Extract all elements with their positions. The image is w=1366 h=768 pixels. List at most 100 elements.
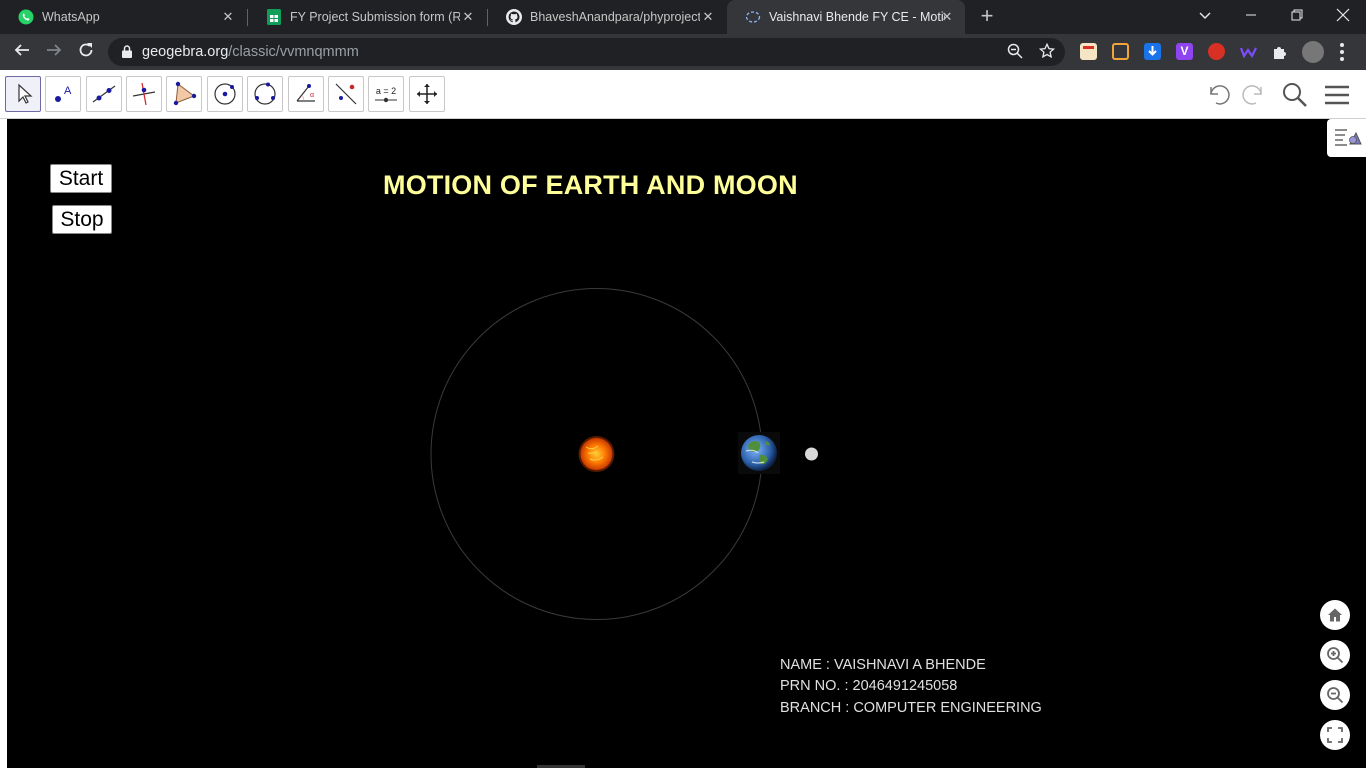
home-icon xyxy=(1328,608,1342,622)
angle-tool-icon: α xyxy=(296,84,315,102)
new-tab-button[interactable]: + xyxy=(976,5,998,27)
extension-wave-icon[interactable] xyxy=(1239,43,1257,60)
extension-notes-icon[interactable] xyxy=(1080,43,1097,60)
slider-tool-icon: a = 2 xyxy=(372,86,400,103)
redo-icon xyxy=(1242,85,1262,105)
geogebra-loading-icon xyxy=(745,9,761,25)
tab-title: WhatsApp xyxy=(42,10,100,24)
browser-menu-button[interactable] xyxy=(1340,43,1344,61)
hamburger-menu-icon xyxy=(1325,85,1349,105)
search-button[interactable] xyxy=(1280,80,1310,110)
restore-icon xyxy=(1291,9,1303,21)
student-name: NAME : VAISHNAVI A BHENDE xyxy=(780,657,986,673)
arrow-right-icon xyxy=(47,44,62,56)
move-graphics-view-tool-icon xyxy=(417,84,437,104)
move-tool-button[interactable] xyxy=(5,76,41,112)
reload-icon xyxy=(79,43,93,57)
zoom-icon[interactable] xyxy=(1006,43,1024,61)
minimize-button[interactable] xyxy=(1228,0,1274,30)
url-host: geogebra.org xyxy=(142,44,229,60)
tab-project-form[interactable]: FY Project Submission form (Resp ✕ xyxy=(248,0,486,34)
lock-icon xyxy=(122,45,132,58)
graphics-style-bar-icon xyxy=(1334,129,1362,146)
bookmark-star-icon[interactable] xyxy=(1038,42,1056,61)
forward-button[interactable] xyxy=(41,40,67,64)
svg-text:α: α xyxy=(310,92,314,99)
minimize-icon xyxy=(1246,14,1256,16)
address-bar[interactable]: geogebra.org/classic/vvmnqmmm xyxy=(108,38,1065,66)
circle-three-points-tool-icon xyxy=(254,82,276,105)
tab-whatsapp[interactable]: WhatsApp ✕ xyxy=(0,0,246,34)
angle-tool-button[interactable]: α xyxy=(288,76,324,112)
zoom-out-icon xyxy=(1327,687,1344,704)
extension-v-icon[interactable]: V xyxy=(1176,43,1193,60)
stop-button[interactable]: Stop xyxy=(52,205,112,234)
close-icon[interactable]: ✕ xyxy=(939,9,955,25)
extension-screenshot-icon[interactable] xyxy=(1112,43,1129,60)
extension-download-icon[interactable] xyxy=(1144,43,1161,60)
line-tool-button[interactable] xyxy=(86,76,122,112)
geogebra-toolbar: A α a = 2 xyxy=(0,70,1366,119)
graphics-view[interactable]: Start Stop MOTION OF EARTH AND MOON NAME… xyxy=(0,119,1366,768)
close-window-button[interactable] xyxy=(1320,0,1366,30)
zoom-out-button[interactable] xyxy=(1320,680,1350,710)
tab-search-button[interactable] xyxy=(1182,0,1228,30)
search-icon xyxy=(1283,83,1307,107)
tab-geogebra[interactable]: Vaishnavi Bhende FY CE - Motion ✕ xyxy=(727,0,965,34)
url-path: /classic/vvmnqmmm xyxy=(228,44,359,60)
close-icon[interactable]: ✕ xyxy=(460,9,476,25)
extensions-puzzle-icon[interactable] xyxy=(1271,43,1288,60)
close-icon[interactable]: ✕ xyxy=(700,9,716,25)
profile-avatar[interactable] xyxy=(1302,41,1324,63)
back-button[interactable] xyxy=(9,40,35,64)
close-icon[interactable]: ✕ xyxy=(220,9,236,25)
circle-three-points-tool-button[interactable] xyxy=(247,76,283,112)
undo-icon xyxy=(1210,85,1230,105)
restore-button[interactable] xyxy=(1274,0,1320,30)
style-bar-toggle[interactable] xyxy=(1327,119,1366,157)
point-tool-button[interactable]: A xyxy=(45,76,81,112)
close-icon xyxy=(1336,8,1350,22)
slider-tool-button[interactable]: a = 2 xyxy=(368,76,404,112)
start-button[interactable]: Start xyxy=(50,164,112,193)
tab-title: FY Project Submission form (Resp xyxy=(290,10,460,24)
perpendicular-line-tool-icon xyxy=(132,82,156,106)
solar-system-drawing xyxy=(430,288,818,620)
zoom-in-icon xyxy=(1327,647,1344,664)
move-graphics-view-tool-button[interactable] xyxy=(409,76,445,112)
github-icon xyxy=(506,9,522,25)
standard-view-button[interactable] xyxy=(1320,600,1350,630)
reload-button[interactable] xyxy=(73,40,99,64)
student-prn: PRN NO. : 2046491245058 xyxy=(780,678,958,694)
circle-center-point-tool-button[interactable] xyxy=(207,76,243,112)
arrow-left-icon xyxy=(14,44,29,56)
url-text: geogebra.org/classic/vvmnqmmm xyxy=(142,44,359,60)
fullscreen-icon xyxy=(1327,727,1343,743)
perpendicular-line-tool-button[interactable] xyxy=(126,76,162,112)
polygon-tool-button[interactable] xyxy=(166,76,202,112)
reflect-tool-icon xyxy=(335,83,357,105)
moon xyxy=(805,447,818,461)
redo-button[interactable] xyxy=(1238,80,1268,110)
polygon-tool-icon xyxy=(173,81,197,106)
zoom-in-button[interactable] xyxy=(1320,640,1350,670)
browser-tab-bar: WhatsApp ✕ FY Project Submission form (R… xyxy=(0,0,1366,34)
chevron-down-icon xyxy=(1199,12,1211,19)
tab-title: Vaishnavi Bhende FY CE - Motion xyxy=(769,10,945,24)
fullscreen-button[interactable] xyxy=(1320,720,1350,750)
point-tool-icon: A xyxy=(55,85,72,102)
algebra-panel-edge xyxy=(0,119,7,768)
browser-toolbar: geogebra.org/classic/vvmnqmmm V xyxy=(0,34,1366,70)
move-tool-icon xyxy=(18,83,33,104)
tab-github[interactable]: BhaveshAnandpara/phyproject: A ✕ xyxy=(488,0,726,34)
slider-tool-label: a = 2 xyxy=(375,85,397,96)
sun-image xyxy=(578,436,615,472)
extension-adblock-icon[interactable] xyxy=(1208,43,1225,60)
main-menu-button[interactable] xyxy=(1322,80,1352,110)
reflect-tool-button[interactable] xyxy=(328,76,364,112)
tab-title: BhaveshAnandpara/phyproject: A xyxy=(530,10,700,24)
circle-center-point-tool-icon xyxy=(214,83,236,105)
undo-button[interactable] xyxy=(1204,80,1234,110)
google-sheets-icon xyxy=(266,9,282,25)
whatsapp-icon xyxy=(18,9,34,25)
